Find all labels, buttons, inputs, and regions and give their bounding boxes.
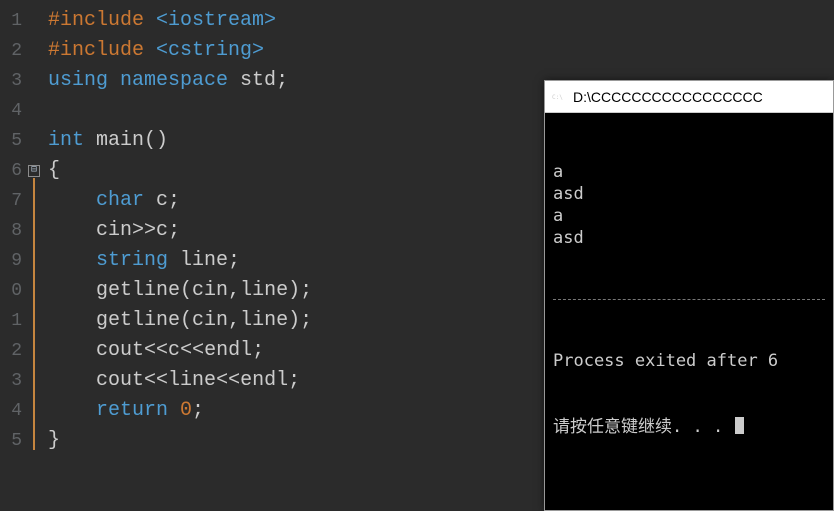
line-number: 3	[0, 66, 22, 96]
line-number: 9	[0, 246, 22, 276]
fold-guide-line	[33, 178, 35, 450]
code-line[interactable]: #include <cstring>	[48, 36, 834, 66]
line-number: 6	[0, 156, 22, 186]
console-line: a	[553, 205, 825, 227]
line-number-gutter: 123456789012345	[0, 0, 28, 511]
line-number: 5	[0, 126, 22, 156]
code-line[interactable]: #include <iostream>	[48, 6, 834, 36]
line-number: 1	[0, 306, 22, 336]
line-number: 8	[0, 216, 22, 246]
fold-gutter: ⊟	[28, 0, 44, 511]
line-number: 2	[0, 36, 22, 66]
console-line: asd	[553, 183, 825, 205]
fold-collapse-icon[interactable]: ⊟	[28, 165, 40, 177]
line-number: 2	[0, 336, 22, 366]
console-prompt: 请按任意键继续. . .	[553, 416, 825, 438]
console-divider	[553, 299, 825, 300]
line-number: 5	[0, 426, 22, 456]
line-number: 0	[0, 276, 22, 306]
console-title-text: D:\CCCCCCCCCCCCCCCCC	[573, 89, 763, 105]
line-number: 4	[0, 96, 22, 126]
line-number: 7	[0, 186, 22, 216]
console-exit-message: Process exited after 6	[553, 350, 825, 372]
cursor-icon	[735, 417, 744, 434]
line-number: 1	[0, 6, 22, 36]
console-app-icon	[551, 89, 567, 105]
console-titlebar[interactable]: D:\CCCCCCCCCCCCCCCCC	[545, 81, 833, 113]
line-number: 4	[0, 396, 22, 426]
line-number: 3	[0, 366, 22, 396]
console-window: D:\CCCCCCCCCCCCCCCCC aasdaasd Process ex…	[544, 80, 834, 511]
console-line: asd	[553, 227, 825, 249]
console-output[interactable]: aasdaasd Process exited after 6 请按任意键继续.…	[545, 113, 833, 486]
console-line: a	[553, 161, 825, 183]
